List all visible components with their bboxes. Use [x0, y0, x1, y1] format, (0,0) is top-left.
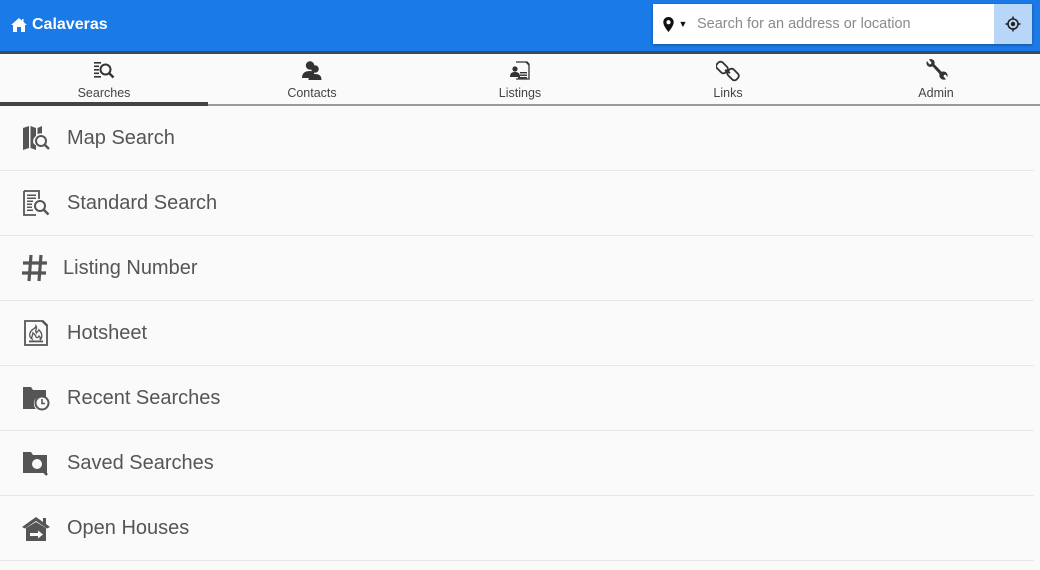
links-icon [716, 60, 740, 82]
tab-label: Searches [77, 86, 131, 100]
search-type-dropdown[interactable]: ▼ [653, 4, 693, 44]
tab-admin[interactable]: Admin [832, 54, 1040, 104]
open-house-icon [21, 513, 51, 543]
searches-menu: Map Search Standard Search Listing Numbe… [0, 106, 1034, 561]
menu-item-open-houses[interactable]: Open Houses [0, 496, 1034, 561]
listings-icon [510, 61, 530, 80]
folder-search-icon [21, 448, 51, 478]
tab-searches[interactable]: Searches [0, 54, 208, 106]
hotsheet-fire-icon [21, 318, 51, 348]
menu-item-label: Open Houses [67, 516, 190, 539]
home-icon [11, 18, 27, 32]
menu-item-saved-searches[interactable]: Saved Searches [0, 431, 1034, 496]
address-search-input[interactable] [693, 4, 994, 44]
tab-label: Contacts [287, 86, 337, 100]
caret-down-icon: ▼ [678, 19, 688, 29]
brand-home-link[interactable]: Calaveras [10, 14, 108, 36]
menu-item-label: Hotsheet [67, 321, 148, 344]
menu-item-recent-searches[interactable]: Recent Searches [0, 366, 1034, 431]
brand-name: Calaveras [32, 16, 108, 33]
location-search: ▼ [653, 4, 1032, 44]
map-search-icon [21, 123, 51, 153]
menu-item-label: Listing Number [63, 256, 198, 279]
menu-item-label: Map Search [67, 126, 175, 149]
top-bar: Calaveras ▼ [0, 0, 1040, 54]
menu-item-label: Saved Searches [67, 451, 214, 474]
wrench-icon [926, 59, 948, 80]
document-search-icon [21, 188, 51, 218]
tab-label: Listings [498, 86, 542, 100]
tab-listings[interactable]: Listings [416, 54, 624, 104]
tab-label: Admin [918, 86, 954, 100]
main-tabs: Searches Contacts Listings Links Admin [0, 54, 1040, 106]
menu-item-hotsheet[interactable]: Hotsheet [0, 301, 1034, 366]
menu-item-label: Recent Searches [67, 386, 221, 409]
contacts-icon [302, 61, 322, 80]
hash-icon [20, 253, 50, 283]
menu-item-map-search[interactable]: Map Search [0, 106, 1034, 171]
crosshairs-icon [1005, 16, 1021, 32]
menu-item-standard-search[interactable]: Standard Search [0, 171, 1034, 236]
map-marker-icon [662, 16, 674, 32]
tab-links[interactable]: Links [624, 54, 832, 104]
menu-item-label: Standard Search [67, 191, 218, 214]
folder-clock-icon [21, 383, 51, 413]
search-list-icon [94, 62, 115, 79]
locate-me-button[interactable] [994, 4, 1032, 44]
menu-item-listing-number[interactable]: Listing Number [0, 236, 1034, 301]
tab-label: Links [713, 86, 743, 100]
tab-contacts[interactable]: Contacts [208, 54, 416, 104]
